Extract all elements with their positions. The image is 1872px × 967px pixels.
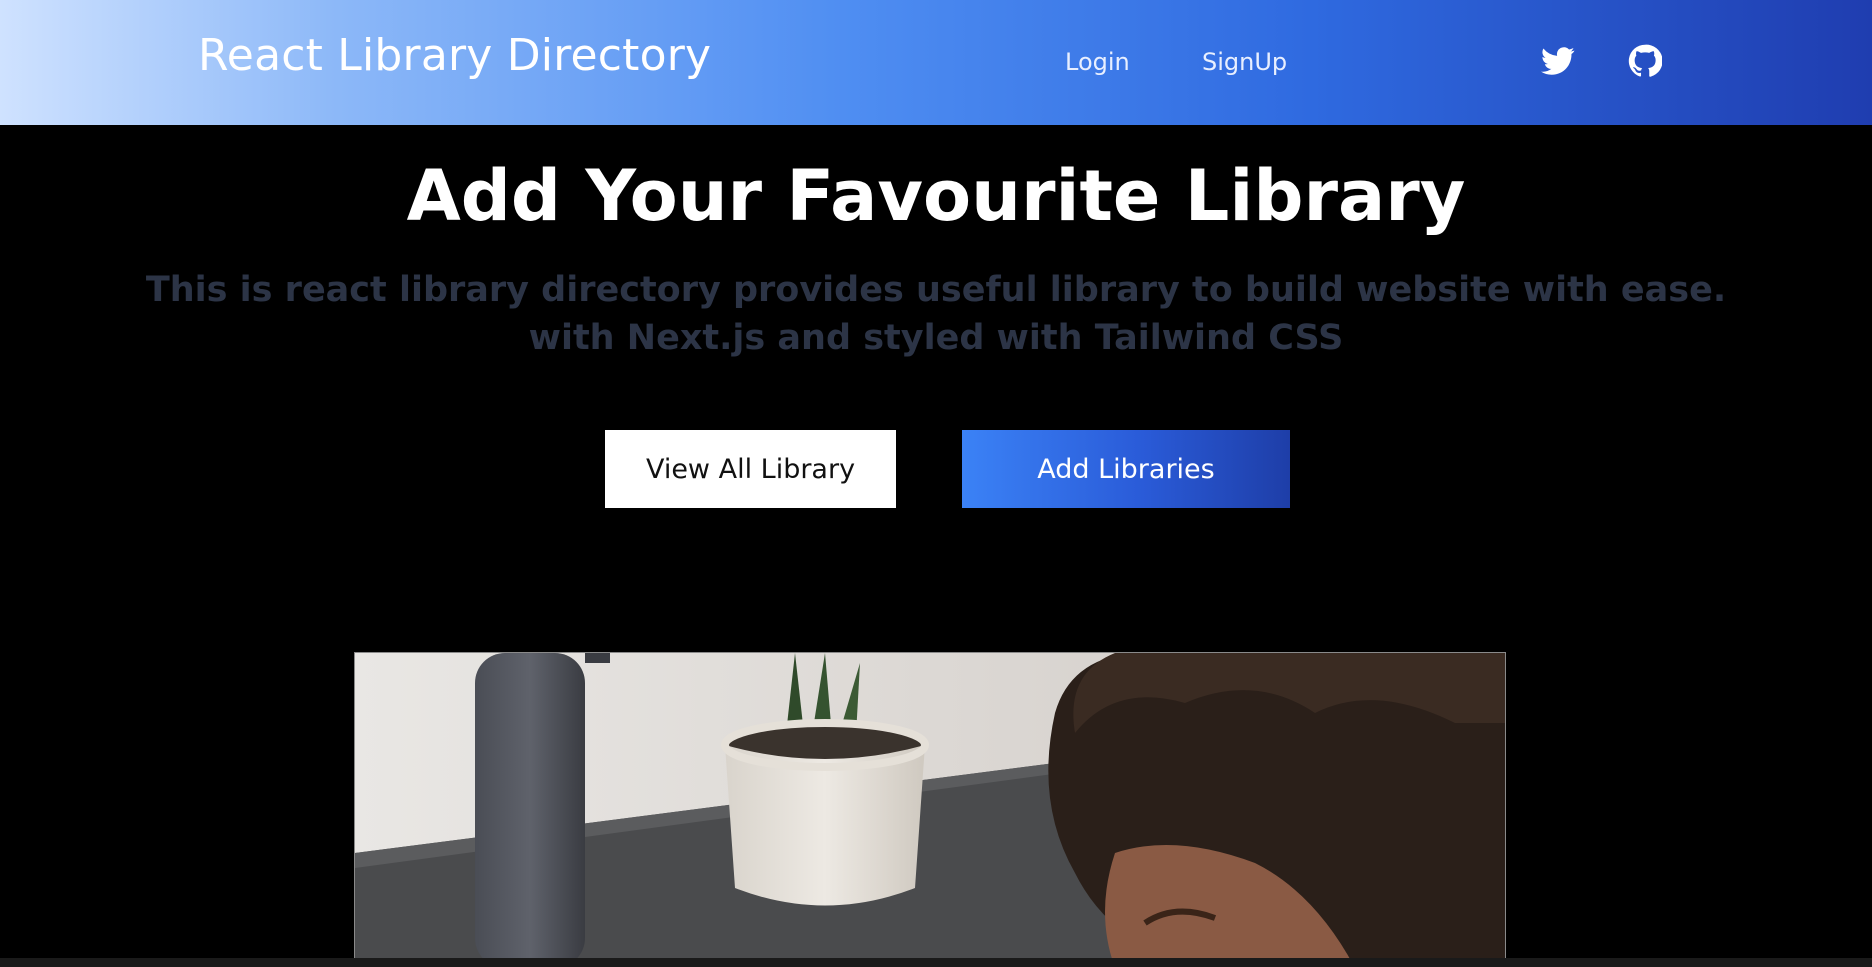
nav-signup-link[interactable]: SignUp: [1202, 48, 1287, 76]
nav-login-link[interactable]: Login: [1065, 48, 1130, 76]
add-libraries-button[interactable]: Add Libraries: [962, 430, 1290, 508]
bottom-bar: [0, 958, 1872, 967]
view-all-library-button[interactable]: View All Library: [605, 430, 896, 508]
hero-title: Add Your Favourite Library: [406, 155, 1466, 237]
hero-image: [354, 652, 1506, 967]
top-navbar: React Library Directory Login SignUp: [0, 0, 1872, 125]
brand-title[interactable]: React Library Directory: [198, 30, 711, 81]
hero-subtitle-line2: with Next.js and styled with Tailwind CS…: [528, 318, 1344, 358]
hero-subtitle-line1: This is react library directory provides…: [145, 270, 1727, 310]
github-icon[interactable]: [1628, 44, 1663, 78]
twitter-icon[interactable]: [1541, 44, 1575, 78]
